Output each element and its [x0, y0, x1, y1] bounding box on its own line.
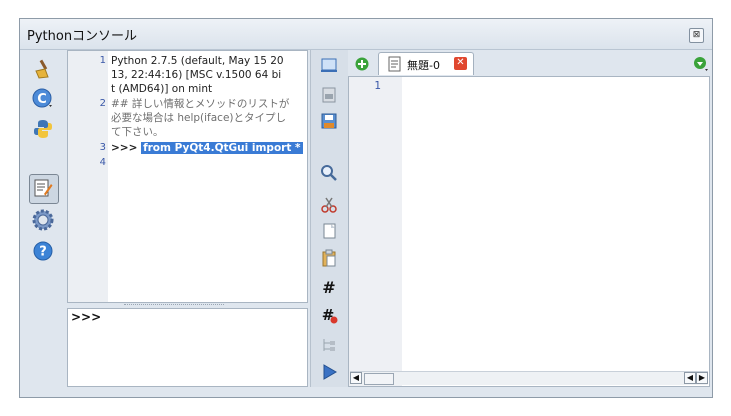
input-prompt: >>>: [71, 310, 102, 324]
console-icon[interactable]: [318, 54, 340, 76]
line-number: 1: [374, 80, 381, 92]
paste-icon[interactable]: [318, 247, 340, 269]
line-number: 4: [99, 157, 106, 168]
editor-gutter: 1: [349, 77, 402, 386]
tab-label: 無題-0: [407, 59, 440, 72]
console-toolbar: C ?: [21, 50, 65, 387]
selected-text: from PyQt4.QtGui import *: [141, 142, 303, 154]
run-c-icon[interactable]: C: [32, 88, 54, 110]
editor-toolbar: # #: [310, 50, 349, 387]
horizontal-scrollbar[interactable]: ◀ ◀ ▶: [350, 371, 708, 385]
splitter-handle[interactable]: [124, 304, 224, 307]
line-number: 3: [99, 142, 106, 153]
editor-toggle-icon[interactable]: [32, 177, 54, 199]
console-input[interactable]: >>>: [67, 308, 308, 387]
scroll-left-button-right[interactable]: ◀: [684, 372, 696, 384]
close-tab-icon[interactable]: ✕: [454, 57, 467, 70]
settings-gear-icon[interactable]: [32, 209, 54, 231]
editor-tabbar: 無題-0 ✕: [348, 50, 712, 76]
code-editor[interactable]: 1 ◀ ◀ ▶: [348, 76, 710, 387]
output-comment: 必要な場合は help(iface)とタイプし: [111, 112, 287, 124]
svg-text:?: ?: [39, 245, 47, 260]
open-file-icon[interactable]: [318, 84, 340, 106]
tab-list-icon[interactable]: [693, 56, 709, 72]
output-comment: ## 詳しい情報とメソッドのリストが: [111, 98, 290, 110]
clear-broom-icon[interactable]: [32, 58, 54, 80]
copy-icon[interactable]: [318, 220, 340, 242]
console-output[interactable]: 1 Python 2.7.5 (default, May 15 20 13, 2…: [67, 50, 308, 303]
run-script-icon[interactable]: [318, 361, 340, 383]
script-editor-area: 無題-0 ✕ 1 ◀ ◀ ▶: [348, 50, 712, 387]
scroll-right-button[interactable]: ▶: [696, 372, 708, 384]
output-comment: て下さい。: [111, 126, 164, 138]
scroll-left-button[interactable]: ◀: [350, 372, 362, 384]
output-text: t (AMD64)] on mint: [111, 83, 213, 95]
close-button[interactable]: ⊠: [689, 28, 704, 43]
save-icon[interactable]: [318, 110, 340, 132]
uncomment-icon[interactable]: #: [318, 304, 340, 326]
add-tab-icon[interactable]: [355, 56, 369, 71]
python-console-window: Pythonコンソール ⊠ C ? 1 Python 2.7.5 (defaul…: [19, 18, 713, 398]
tab-untitled-0[interactable]: 無題-0 ✕: [378, 52, 474, 75]
window-title: Pythonコンソール: [27, 29, 138, 44]
output-text: Python 2.7.5 (default, May 15 20: [111, 55, 284, 67]
scroll-thumb[interactable]: [364, 373, 394, 385]
title-bar: Pythonコンソール ⊠: [20, 19, 712, 50]
line-number: 1: [99, 55, 106, 66]
prompt-text: >>>: [111, 142, 138, 154]
line-number: 2: [99, 98, 106, 109]
output-gutter: [68, 51, 108, 302]
output-text: 13, 22:44:16) [MSC v.1500 64 bi: [111, 69, 282, 81]
python-icon[interactable]: [32, 118, 54, 140]
object-inspector-icon[interactable]: [318, 334, 340, 356]
cut-icon[interactable]: [318, 194, 340, 216]
comment-icon[interactable]: #: [318, 276, 340, 298]
help-icon[interactable]: ?: [32, 240, 54, 262]
svg-text:C: C: [37, 92, 47, 107]
find-icon[interactable]: [318, 162, 340, 184]
svg-text:#: #: [322, 278, 335, 296]
document-icon: [388, 56, 402, 72]
output-command: >>> from PyQt4.QtGui import *: [111, 141, 307, 155]
